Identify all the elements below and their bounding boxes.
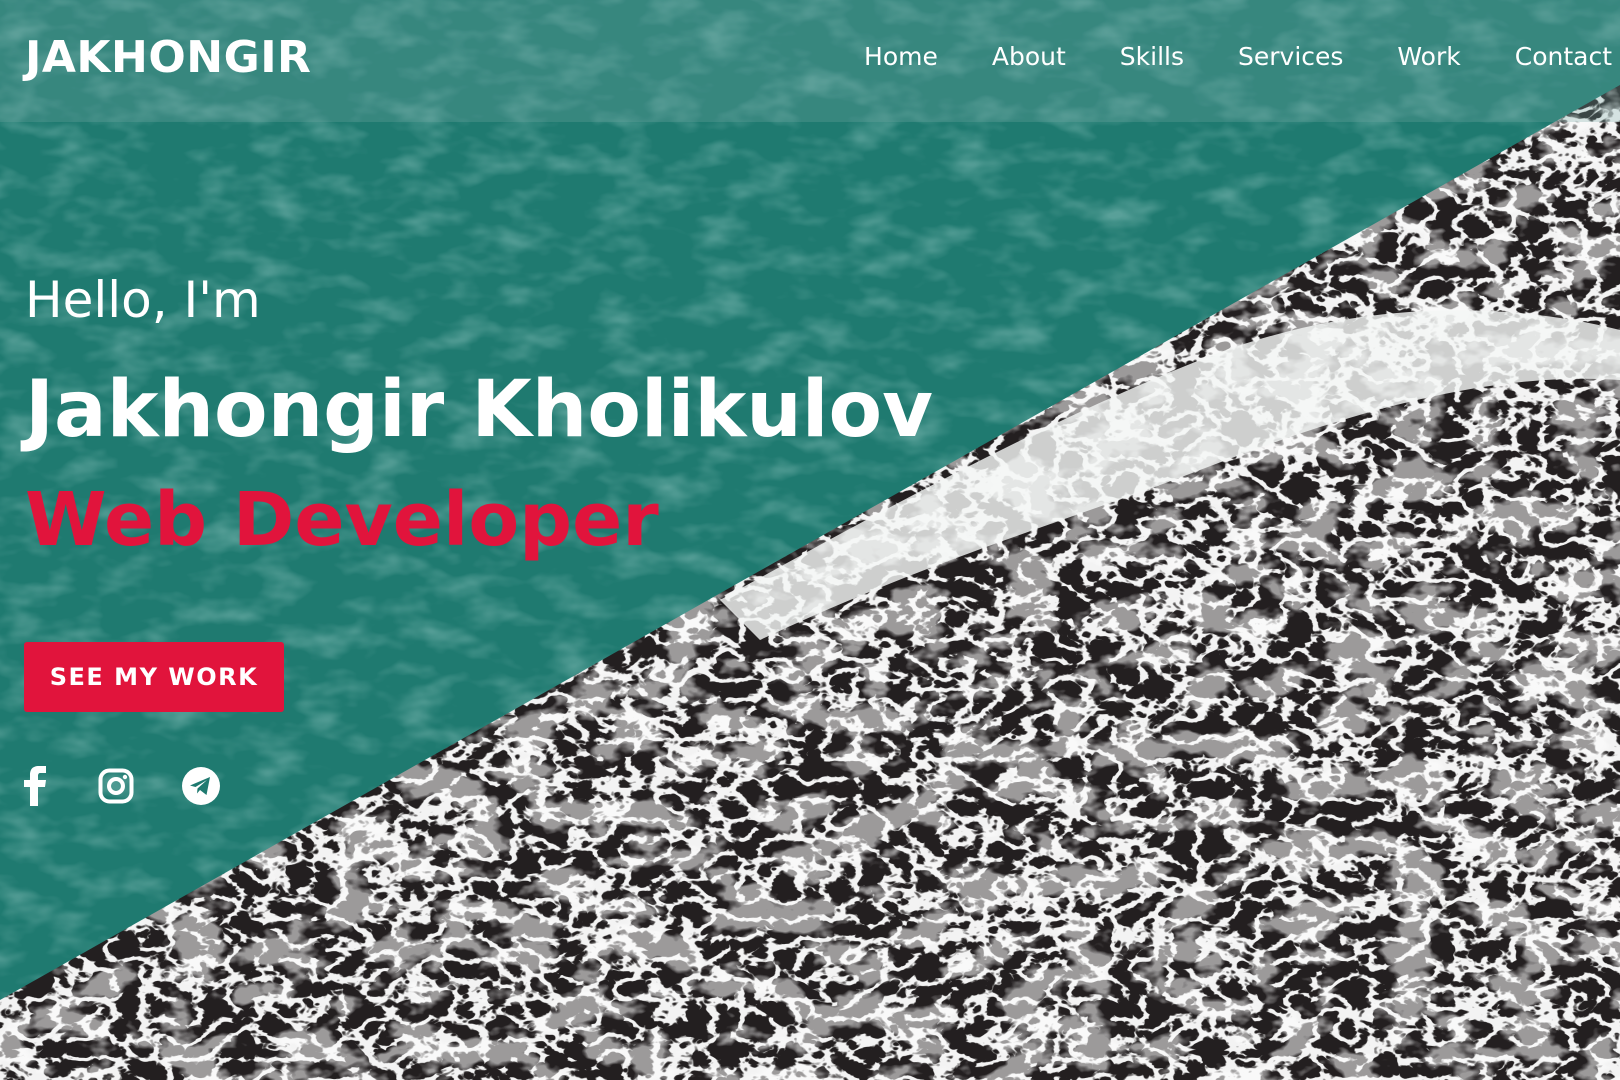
instagram-link[interactable] [98,768,134,804]
nav-link-work[interactable]: Work [1397,42,1460,71]
telegram-link[interactable] [182,767,220,805]
hero-name: Jakhongir Kholikulov [25,365,933,455]
nav-menu: Home About Skills Services Work Contact [810,42,1612,71]
site-logo[interactable]: JAKHONGIR [25,32,311,83]
nav-link-about[interactable]: About [992,42,1066,71]
social-links [22,766,268,806]
hero-section: Hello, I'm Jakhongir Kholikulov Web Deve… [25,270,933,563]
top-navbar: JAKHONGIR Home About Skills Services Wor… [0,0,1620,122]
see-my-work-button[interactable]: SEE MY WORK [24,642,284,712]
hero-role: Web Developer [25,477,659,563]
nav-link-home[interactable]: Home [864,42,938,71]
portfolio-page: JAKHONGIR Home About Skills Services Wor… [0,0,1620,1080]
nav-link-contact[interactable]: Contact [1515,42,1612,71]
hero-greeting: Hello, I'm [25,271,261,329]
telegram-icon [182,767,220,805]
nav-link-skills[interactable]: Skills [1120,42,1184,71]
nav-link-services[interactable]: Services [1238,42,1343,71]
instagram-icon [98,768,134,804]
facebook-icon [24,766,46,806]
facebook-link[interactable] [22,766,50,806]
